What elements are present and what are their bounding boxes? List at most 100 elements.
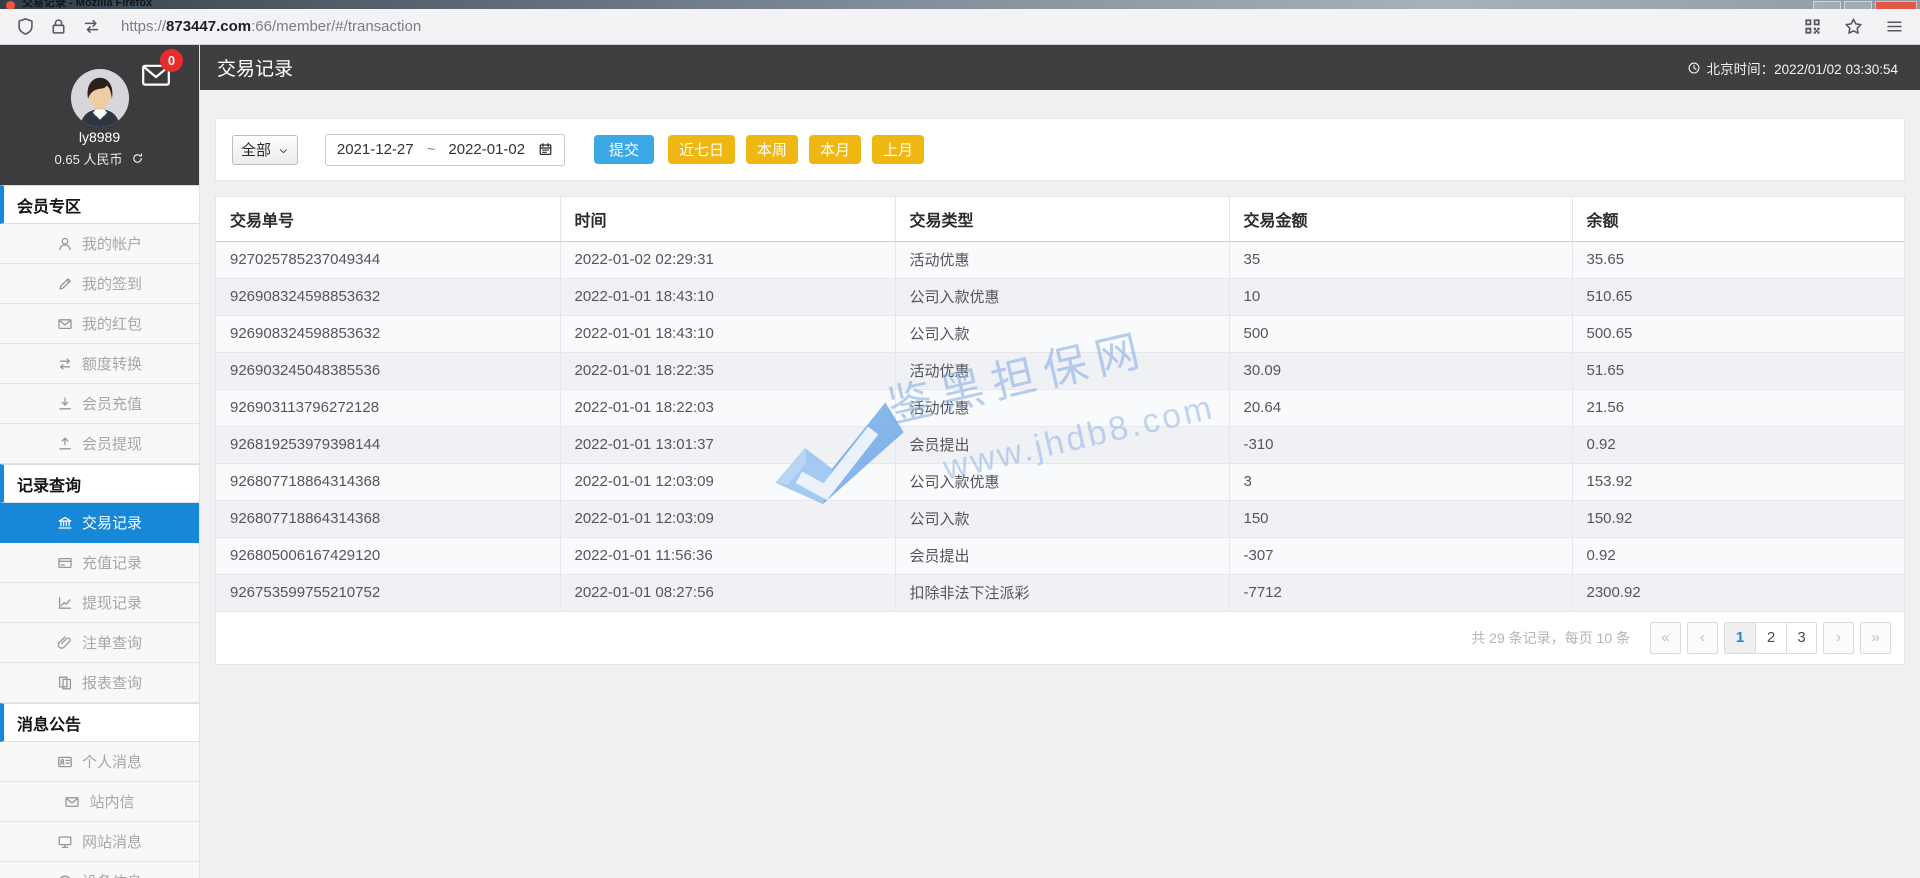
pagination-page-button[interactable]: 2: [1755, 621, 1786, 654]
user-icon: [57, 236, 73, 252]
table-cell: 35.65: [1572, 241, 1904, 279]
sidebar-item-label: 网站消息: [81, 834, 142, 851]
quick-range-button[interactable]: 上月: [872, 135, 925, 164]
table-body: 927025785237049344 2022-01-02 02:29:31 活动优…: [216, 241, 1904, 612]
sidebar-item[interactable]: 注单查询: [0, 623, 199, 663]
bookmark-star-icon[interactable]: [1844, 17, 1863, 36]
column-header: 余额: [1572, 197, 1904, 242]
table-cell: 926807718864314368: [216, 500, 561, 538]
lock-icon[interactable]: [49, 17, 68, 36]
table-row: 926753599755210752 2022-01-01 08:27:56 扣除非…: [216, 574, 1904, 612]
sidebar-item[interactable]: 我的签到: [0, 264, 199, 304]
shield-icon[interactable]: [16, 17, 35, 36]
window-minimize-button[interactable]: [1813, 1, 1841, 9]
sidebar-item[interactable]: 报表查询: [0, 663, 199, 703]
quick-range-button[interactable]: 本月: [809, 135, 862, 164]
pagination-last-button[interactable]: »: [1860, 621, 1891, 654]
sidebar-item[interactable]: 额度转换: [0, 344, 199, 384]
date-range-input[interactable]: 2021-12-27 ~ 2022-01-02: [325, 133, 565, 166]
table-cell: 公司入款: [895, 500, 1230, 538]
table-cell: 926903245048385536: [216, 352, 561, 390]
sidebar-item[interactable]: 我的红包: [0, 304, 199, 344]
pencil-icon: [57, 276, 73, 292]
window-maximize-button[interactable]: [1844, 1, 1872, 9]
sidebar-item[interactable]: 会员充值: [0, 384, 199, 424]
monitor-icon: [57, 834, 73, 850]
red-packet-icon: [57, 316, 73, 332]
clock-icon: [1687, 61, 1701, 75]
pagination-page-button[interactable]: 1: [1724, 621, 1755, 654]
table-cell: 926908324598853632: [216, 315, 561, 353]
menu-hamburger-icon[interactable]: [1885, 17, 1904, 36]
column-header: 交易类型: [895, 197, 1230, 242]
table-cell: 21.56: [1572, 389, 1904, 427]
sidebar-section-title: 会员专区: [0, 185, 199, 224]
submit-button[interactable]: 提交: [594, 135, 654, 164]
date-start: 2021-12-27: [336, 141, 414, 158]
sidebar-item[interactable]: 个人消息: [0, 742, 199, 782]
sidebar-item[interactable]: 交易记录: [0, 503, 199, 543]
pagination-first-button[interactable]: «: [1650, 621, 1681, 654]
site-permissions-icon[interactable]: [82, 17, 101, 36]
table-cell: 35: [1229, 241, 1573, 279]
bank-icon: [57, 515, 73, 531]
sidebar-item[interactable]: 网站消息: [0, 822, 199, 862]
records-summary: 共 29 条记录，每页 10 条: [1471, 629, 1630, 646]
table-cell: -310: [1229, 426, 1573, 464]
sidebar-item-label: 我的红包: [81, 316, 142, 333]
sidebar-item-label: 额度转换: [81, 356, 142, 373]
table-cell: 150: [1229, 500, 1573, 538]
transactions-table-panel: 交易单号 时间 交易类型 交易金额 余额 927025785237049344 2022-…: [215, 196, 1905, 665]
sidebar-item[interactable]: 充值记录: [0, 543, 199, 583]
withdraw-icon: [57, 436, 73, 452]
avatar[interactable]: [71, 69, 129, 127]
pagination-page-button[interactable]: 3: [1786, 621, 1817, 654]
refresh-balance-icon[interactable]: [131, 152, 144, 165]
window-close-button[interactable]: [1875, 1, 1917, 9]
sidebar-item[interactable]: 我的帐户: [0, 224, 199, 264]
pagination-pages: 123: [1724, 621, 1817, 654]
table-cell: 活动优惠: [895, 352, 1230, 390]
table-cell: 30.09: [1229, 352, 1573, 390]
table-cell: 2022-01-01 18:22:35: [560, 352, 896, 390]
pagination-next-button[interactable]: ›: [1823, 621, 1854, 654]
pagination-prev-button[interactable]: ‹: [1687, 621, 1718, 654]
table-row: 926807718864314368 2022-01-01 12:03:09 公司入…: [216, 463, 1904, 501]
table-cell: 会员提出: [895, 537, 1230, 575]
sidebar-item[interactable]: 设备信息: [0, 862, 199, 878]
page-title: 交易记录: [217, 59, 294, 80]
sidebar-item-label: 我的帐户: [81, 236, 142, 253]
sidebar-menu: 会员专区 我的帐户 我的签到 我的红包 额度转换 会员充值 会员提现 记录查询 交易记录 充值记录…: [0, 185, 199, 878]
sidebar-item[interactable]: 提现记录: [0, 583, 199, 623]
quick-range-button[interactable]: 近七日: [668, 135, 736, 164]
qr-code-icon[interactable]: [1803, 17, 1822, 36]
sidebar-item-label: 我的签到: [81, 276, 142, 293]
mail-icon: [64, 794, 80, 810]
transaction-type-select[interactable]: 全部: [232, 134, 298, 165]
browser-toolbar: https://873447.com:66/member/#/transacti…: [0, 9, 1920, 45]
column-header: 时间: [560, 197, 896, 242]
table-footer: 共 29 条记录，每页 10 条 « ‹ 123 › »: [216, 612, 1904, 664]
table-cell: 2022-01-02 02:29:31: [560, 241, 896, 279]
user-panel: 0 ly8989 0.65 人民币: [0, 45, 199, 185]
table-cell: 2022-01-01 08:27:56: [560, 574, 896, 612]
sidebar-item[interactable]: 会员提现: [0, 424, 199, 464]
filter-panel: 全部 2021-12-27 ~ 2022-01-02 提交 近七日 本周 本月 上月: [215, 118, 1905, 181]
table-row: 926805006167429120 2022-01-01 11:56:36 会员提…: [216, 537, 1904, 575]
quick-range-button[interactable]: 本周: [746, 135, 799, 164]
table-cell: 0.92: [1572, 426, 1904, 464]
table-cell: 926819253979398144: [216, 426, 561, 464]
sidebar-item-label: 交易记录: [81, 515, 142, 532]
table-cell: 10: [1229, 278, 1573, 316]
window-controls: [1813, 1, 1917, 9]
table-row: 926908324598853632 2022-01-01 18:43:10 公司入…: [216, 278, 1904, 316]
table-row: 927025785237049344 2022-01-02 02:29:31 活动优…: [216, 241, 1904, 279]
table-cell: 927025785237049344: [216, 241, 561, 279]
tab-favicon-icon: [6, 1, 15, 9]
calendar-icon[interactable]: [538, 142, 553, 157]
table-cell: 活动优惠: [895, 241, 1230, 279]
column-header: 交易单号: [216, 197, 561, 242]
address-bar[interactable]: https://873447.com:66/member/#/transacti…: [121, 18, 421, 35]
sidebar-item[interactable]: 站内信: [0, 782, 199, 822]
table-cell: 2022-01-01 18:22:03: [560, 389, 896, 427]
